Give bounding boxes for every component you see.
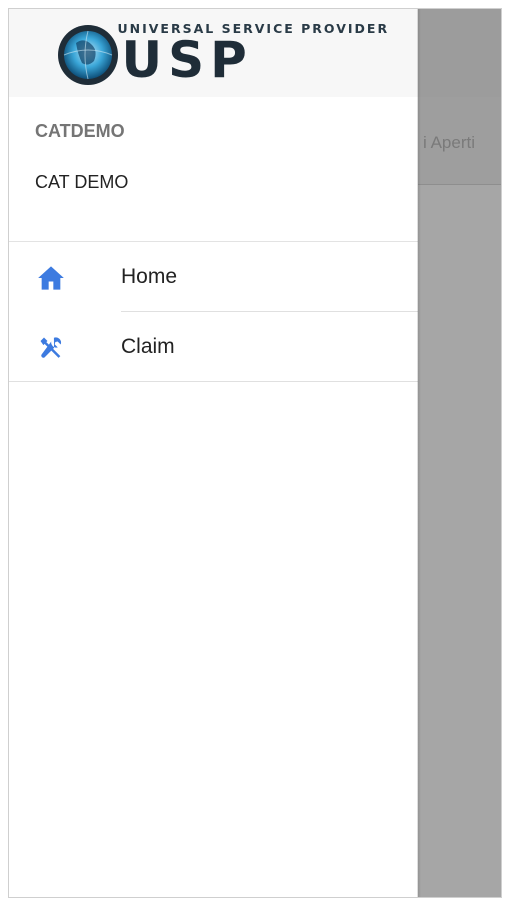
menu-item-label: Home: [121, 265, 178, 288]
menu-item-label: Claim: [121, 335, 175, 358]
navigation-drawer: UNIVERSAL SERVICE PROVIDER USP CATDEMO C…: [9, 9, 418, 897]
drawer-menu: Home Claim: [9, 242, 418, 382]
globe-icon: [57, 25, 118, 85]
app-frame: i Aperti UNIVERSAL SERVICE PROVIDER USP …: [8, 8, 502, 898]
drawer-logo-bar: UNIVERSAL SERVICE PROVIDER USP: [9, 9, 418, 97]
logo-wordmark: USP: [121, 31, 253, 89]
usp-logo: UNIVERSAL SERVICE PROVIDER USP: [54, 15, 387, 91]
user-info: CATDEMO CAT DEMO: [9, 97, 418, 242]
menu-item-home[interactable]: Home: [9, 242, 418, 312]
home-icon: [37, 264, 65, 292]
menu-divider: [9, 381, 418, 382]
user-id: CATDEMO: [35, 121, 125, 141]
background-tab-label: i Aperti: [423, 133, 475, 152]
drawer-shadow: [417, 9, 421, 897]
tools-icon: [37, 334, 65, 362]
menu-item-claim[interactable]: Claim: [9, 312, 418, 382]
user-name: CAT DEMO: [35, 172, 129, 192]
